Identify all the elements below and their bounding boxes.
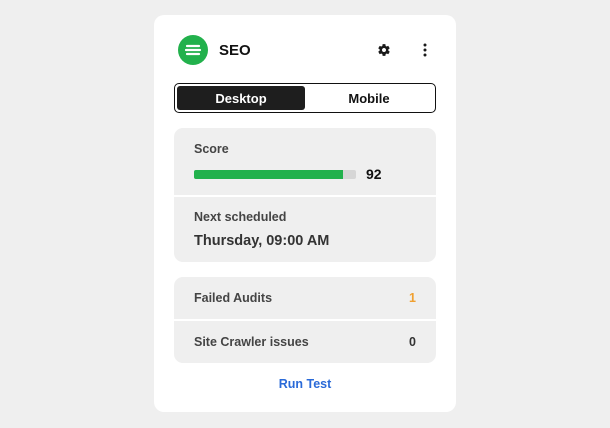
toggle-desktop[interactable]: Desktop (177, 86, 305, 110)
score-progress-bar (194, 169, 356, 179)
score-section: Score 92 (174, 128, 436, 195)
toggle-mobile[interactable]: Mobile (305, 86, 433, 110)
seo-card: SEO Desktop Mobile Score 92 Next schedul… (154, 15, 456, 412)
failed-audits-label: Failed Audits (194, 291, 273, 305)
kebab-menu-icon[interactable] (414, 39, 436, 61)
schedule-section: Next scheduled Thursday, 09:00 AM (174, 197, 436, 249)
seo-logo-icon (178, 35, 208, 65)
score-panel: Score 92 Next scheduled Thursday, 09:00 … (174, 128, 436, 262)
score-label: Score (194, 142, 229, 156)
schedule-value: Thursday, 09:00 AM (194, 233, 330, 249)
site-crawler-count: 0 (409, 335, 416, 349)
score-progress-fill (194, 169, 344, 179)
gear-icon[interactable] (373, 39, 395, 61)
failed-audits-row[interactable]: Failed Audits 1 (174, 277, 436, 319)
card-title: SEO (219, 41, 251, 59)
schedule-label: Next scheduled (194, 210, 287, 224)
failed-audits-count: 1 (409, 291, 416, 305)
score-value: 92 (366, 166, 382, 182)
site-crawler-label: Site Crawler issues (194, 335, 309, 349)
run-test-link[interactable]: Run Test (154, 377, 456, 391)
card-header: SEO (178, 35, 436, 65)
device-toggle: Desktop Mobile (174, 83, 436, 113)
stats-panel: Failed Audits 1 Site Crawler issues 0 (174, 277, 436, 363)
site-crawler-row[interactable]: Site Crawler issues 0 (174, 321, 436, 363)
